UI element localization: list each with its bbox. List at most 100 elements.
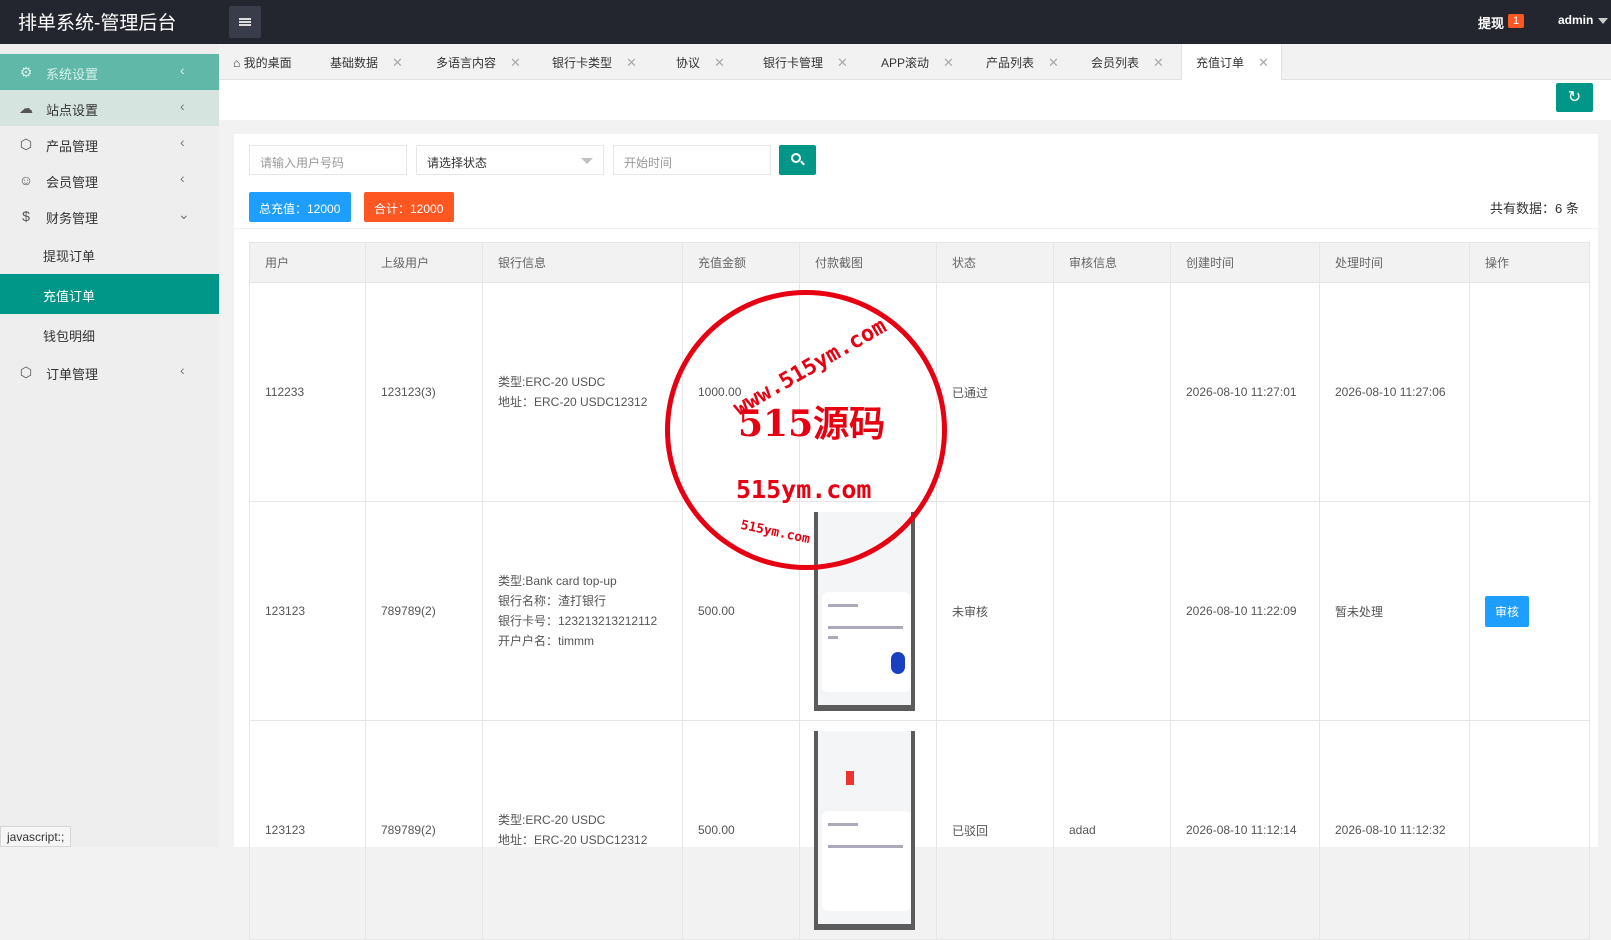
col-header: 处理时间 <box>1319 242 1470 283</box>
chevron-down-icon <box>581 158 593 164</box>
col-header: 充值金额 <box>682 242 800 283</box>
cell-amount: 500.00 <box>682 720 800 940</box>
chevron-left-icon: ‹ <box>180 362 185 378</box>
cube-icon: ⬡ <box>19 136 33 152</box>
admin-user-menu[interactable]: admin <box>1558 13 1593 27</box>
close-icon[interactable]: ✕ <box>626 55 637 70</box>
sidebar-item-members[interactable]: ☺ 会员管理 ‹ <box>0 162 219 198</box>
gear-icon: ⚙ <box>19 64 33 80</box>
cell-bank: 类型:ERC-20 USDC 地址：ERC-20 USDC12312 <box>482 282 683 502</box>
user-number-input[interactable]: 请输入用户号码 <box>249 145 407 175</box>
cell-screenshot <box>799 720 937 940</box>
bank-line: 类型:Bank card top-up <box>498 574 617 588</box>
sidebar-subitem-label: 提现订单 <box>43 249 96 264</box>
start-time-input[interactable]: 开始时间 <box>613 145 771 175</box>
record-count: 共有数据：6 条 <box>1490 201 1579 216</box>
tab-label: 银行卡类型 <box>552 56 613 70</box>
review-button[interactable]: 审核 <box>1485 595 1530 627</box>
refresh-button[interactable]: ↻ <box>1556 83 1593 112</box>
total-recharge-badge: 总充值：12000 <box>249 192 351 222</box>
close-icon[interactable]: ✕ <box>392 55 403 70</box>
sidebar-item-finance[interactable]: $ 财务管理 ⌄ <box>0 198 219 234</box>
watermark-arc-bottom: 515ym.com <box>739 517 812 548</box>
sidebar-item-orders[interactable]: ⬡ 订单管理 ‹ <box>0 354 219 390</box>
close-icon[interactable]: ✕ <box>714 55 725 70</box>
tab-label: 基础数据 <box>330 56 379 70</box>
sum-badge: 合计：12000 <box>364 192 454 222</box>
top-header: 排单系统-管理后台 提现 1 admin <box>0 0 1611 44</box>
tab-multilang[interactable]: 多语言内容 ✕ <box>436 44 521 80</box>
tab-bankcard-type[interactable]: 银行卡类型 ✕ <box>552 44 637 80</box>
tab-bankcard-manage[interactable]: 银行卡管理 ✕ <box>763 44 848 80</box>
watermark-stamp: www.515ym.com 515源码 515ym.com 515ym.com <box>665 290 947 570</box>
cell-bank: 类型:Bank card top-up 银行名称：渣打银行 银行卡号：12321… <box>482 501 683 721</box>
close-icon[interactable]: ✕ <box>1258 55 1269 70</box>
cell-review <box>1053 501 1171 721</box>
tab-agreement[interactable]: 协议 ✕ <box>676 44 725 80</box>
tab-product-list[interactable]: 产品列表 ✕ <box>986 44 1059 80</box>
cell-user: 123123 <box>249 501 366 721</box>
cell-review: adad <box>1053 720 1171 940</box>
tab-recharge-orders[interactable]: 充值订单 ✕ <box>1181 44 1282 81</box>
browser-status-bar: javascript:; <box>0 826 72 847</box>
chevron-left-icon: ‹ <box>180 134 185 150</box>
sidebar-item-products[interactable]: ⬡ 产品管理 ‹ <box>0 126 219 162</box>
sidebar-item-label: 站点设置 <box>46 103 99 118</box>
status-select[interactable]: 请选择状态 <box>416 145 604 175</box>
withdraw-link[interactable]: 提现 <box>1478 13 1504 32</box>
cell-parent: 789789(2) <box>365 501 483 721</box>
tab-label: 产品列表 <box>986 56 1035 70</box>
sidebar-subitem-recharge-orders[interactable]: 充值订单 <box>0 274 219 314</box>
payment-screenshot-image[interactable] <box>814 730 915 930</box>
col-header: 状态 <box>936 242 1054 283</box>
close-icon[interactable]: ✕ <box>510 55 521 70</box>
tab-label: 会员列表 <box>1091 56 1140 70</box>
tab-basic-data[interactable]: 基础数据 ✕ <box>330 44 403 80</box>
tab-app-scroll[interactable]: APP滚动 ✕ <box>881 44 954 80</box>
sidebar-item-label: 订单管理 <box>46 367 99 382</box>
close-icon[interactable]: ✕ <box>943 55 954 70</box>
watermark-main: 515源码 <box>738 403 886 445</box>
bank-line: 类型:ERC-20 USDC <box>498 813 606 827</box>
cube-icon: ⬡ <box>19 364 33 380</box>
search-icon-handle <box>800 160 805 166</box>
close-icon[interactable]: ✕ <box>1153 55 1164 70</box>
cell-bank: 类型:ERC-20 USDC 地址：ERC-20 USDC12312 <box>482 720 683 940</box>
cell-parent: 123123(3) <box>365 282 483 502</box>
caret-down-icon[interactable] <box>1598 18 1608 24</box>
cell-processed: 暂未处理 <box>1319 501 1470 721</box>
cell-user: 112233 <box>249 282 366 502</box>
cloud-icon: ☁ <box>19 100 33 116</box>
user-icon: ☺ <box>18 172 34 188</box>
menu-toggle-button[interactable] <box>229 6 261 38</box>
col-header: 创建时间 <box>1170 242 1320 283</box>
tab-member-list[interactable]: 会员列表 ✕ <box>1091 44 1164 80</box>
app-title: 排单系统-管理后台 <box>18 13 177 34</box>
col-header: 操作 <box>1469 242 1590 283</box>
cell-processed: 2026-08-10 11:12:32 <box>1319 720 1470 940</box>
tab-label: 充值订单 <box>1196 56 1245 70</box>
close-icon[interactable]: ✕ <box>1048 55 1059 70</box>
sidebar-item-label: 系统设置 <box>46 67 99 82</box>
cell-user: 123123 <box>249 720 366 940</box>
sidebar-subitem-label: 充值订单 <box>43 289 96 304</box>
table-row: 123123 789789(2) 类型:Bank card top-up 银行名… <box>249 501 1590 721</box>
cell-review <box>1053 282 1171 502</box>
tab-label: 多语言内容 <box>436 56 497 70</box>
close-icon[interactable]: ✕ <box>837 55 848 70</box>
bank-line: 银行卡号：123213213212112 <box>498 614 658 628</box>
cell-parent: 789789(2) <box>365 720 483 940</box>
sidebar-item-site-settings[interactable]: ☁ 站点设置 ‹ <box>0 90 219 126</box>
search-button[interactable] <box>779 145 816 175</box>
cell-created: 2026-08-10 11:27:01 <box>1170 282 1320 502</box>
cell-action <box>1469 720 1590 940</box>
sidebar-subitem-withdraw-orders[interactable]: 提现订单 <box>0 234 219 274</box>
status-select-value: 请选择状态 <box>427 156 488 170</box>
bank-line: 地址：ERC-20 USDC12312 <box>498 395 648 409</box>
bank-line: 开户户名：timmm <box>498 634 594 648</box>
col-header: 审核信息 <box>1053 242 1171 283</box>
sidebar-subitem-wallet-details[interactable]: 钱包明细 <box>0 314 219 354</box>
tab-home[interactable]: ⌂ 我的桌面 <box>233 44 292 80</box>
tab-label: APP滚动 <box>881 56 930 70</box>
sidebar-item-system-settings[interactable]: ⚙ 系统设置 ‹ <box>0 54 219 90</box>
